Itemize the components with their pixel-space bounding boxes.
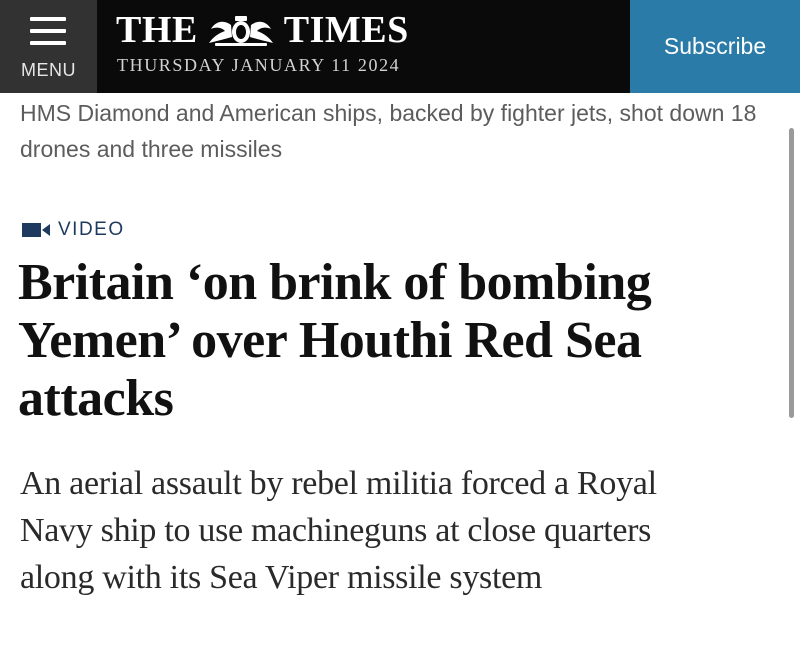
previous-article-standfirst[interactable]: HMS Diamond and American ships, backed b…: [20, 95, 780, 167]
headline-line: attacks: [18, 370, 174, 427]
video-tag[interactable]: VIDEO: [22, 219, 125, 241]
standfirst-line: along with its Sea Viper missile system: [20, 559, 543, 596]
standfirst-line: An aerial assault by rebel militia force…: [20, 465, 657, 502]
hamburger-icon: [30, 17, 66, 45]
brand-wordmark-right: TIMES: [283, 9, 409, 51]
video-camera-icon: [22, 223, 50, 237]
video-tag-label: VIDEO: [58, 219, 125, 240]
menu-button[interactable]: MENU: [0, 0, 97, 93]
menu-label: MENU: [21, 60, 76, 80]
subscribe-button[interactable]: Subscribe: [630, 0, 800, 93]
brand-wordmark-left: THE: [116, 9, 198, 51]
edition-date: THURSDAY JANUARY 11 2024: [117, 55, 401, 75]
standfirst-line: Navy ship to use machineguns at close qu…: [20, 512, 652, 549]
headline-line: Britain ‘on brink of bombing: [18, 254, 652, 311]
top-bar: MENU THE TIMES THURSDAY JANUARY 11 2024 …: [0, 0, 800, 93]
article-standfirst: An aerial assault by rebel militia force…: [20, 460, 760, 601]
scrollbar[interactable]: [789, 128, 794, 418]
royal-crest-icon: [208, 16, 273, 46]
article-headline[interactable]: Britain ‘on brink of bombing Yemen’ over…: [18, 254, 738, 428]
masthead[interactable]: THE TIMES THURSDAY JANUARY 11 2024: [97, 0, 630, 93]
headline-line: Yemen’ over Houthi Red Sea: [18, 312, 642, 369]
